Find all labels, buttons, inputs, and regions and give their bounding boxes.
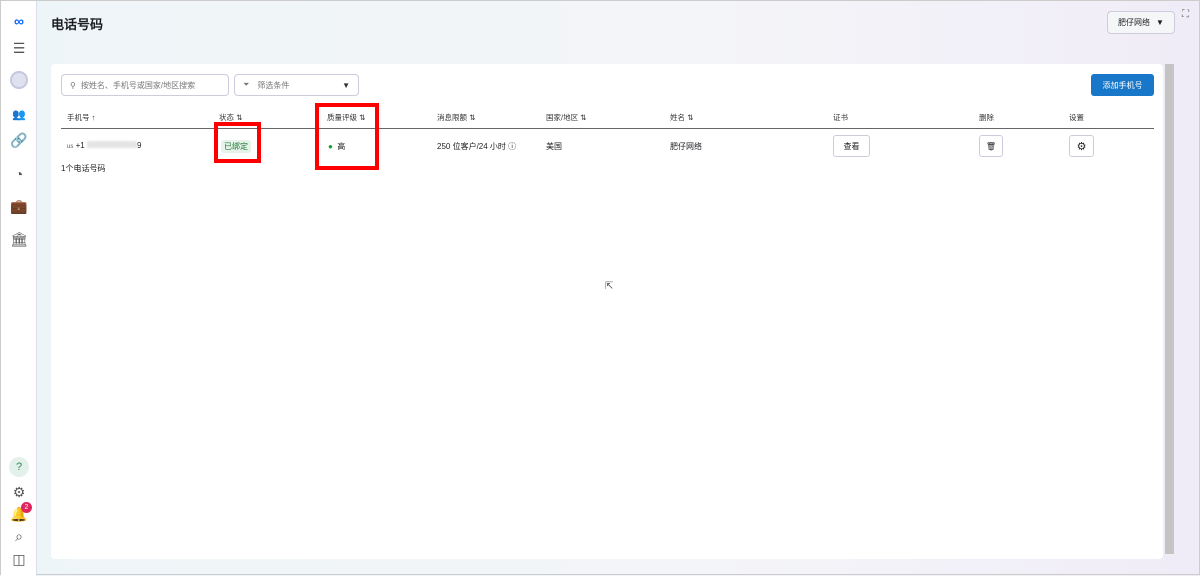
row-count: 1个电话号码: [61, 164, 106, 173]
meta-logo-icon[interactable]: ∞: [9, 11, 29, 31]
bank-icon[interactable]: 🏛: [9, 229, 29, 249]
sidebar: ∞ ☰ 👥 🔗 ◔ 💼 🏛 ? ⚙ 🔔 2 ⌕ ◫: [1, 1, 37, 576]
notification-badge: 2: [21, 502, 32, 513]
page-title: 电话号码: [51, 17, 104, 32]
caret-down-icon: ▼: [342, 80, 350, 90]
filter-dropdown[interactable]: ⏷ 筛选条件 ▼: [234, 74, 359, 96]
menu-icon[interactable]: ☰: [9, 38, 29, 58]
delete-button[interactable]: 🗑: [979, 135, 1003, 157]
col-cert: 证书: [833, 113, 848, 122]
gear-icon: ⚙: [1076, 140, 1087, 153]
highlight-status: [214, 122, 261, 163]
country: 美国: [546, 142, 562, 151]
settings-button[interactable]: ⚙: [1069, 135, 1094, 157]
info-icon[interactable]: ⓘ: [508, 142, 516, 151]
col-delete: 删除: [979, 113, 994, 122]
filter-label: 筛选条件: [257, 80, 290, 90]
bell-icon[interactable]: 🔔 2: [9, 502, 32, 524]
search-input[interactable]: ⚲ 按姓名、手机号或国家/地区搜索: [61, 74, 229, 96]
cursor-icon: ⇱: [605, 281, 614, 292]
gauge-icon[interactable]: ◔: [9, 164, 29, 184]
trash-icon: 🗑: [985, 141, 997, 151]
col-settings: 设置: [1069, 113, 1084, 122]
panel-icon[interactable]: ◫: [9, 549, 29, 569]
screenshot-icon[interactable]: ⛶: [1182, 9, 1189, 20]
account-selector[interactable]: 肥仔网络 ▼: [1107, 11, 1175, 34]
display-name: 肥仔网络: [670, 142, 702, 151]
highlight-quality: [315, 103, 379, 170]
avatar[interactable]: [10, 71, 28, 89]
briefcase-icon[interactable]: 💼: [9, 196, 29, 216]
people-icon[interactable]: 👥: [9, 104, 29, 124]
search-placeholder: 按姓名、手机号或国家/地区搜索: [80, 80, 196, 90]
link-icon[interactable]: 🔗: [9, 130, 29, 150]
col-limit[interactable]: 消息限额 ⇅: [437, 112, 475, 123]
scrollbar[interactable]: [1165, 64, 1174, 554]
account-name: 肥仔网络: [1118, 18, 1151, 27]
col-phone[interactable]: 手机号 ↑: [67, 112, 95, 123]
phone-number: us +1 9: [67, 141, 142, 150]
view-cert-button[interactable]: 查看: [833, 135, 870, 157]
search-icon: ⚲: [70, 80, 76, 90]
search-icon[interactable]: ⌕: [9, 526, 29, 546]
add-phone-button[interactable]: 添加手机号: [1091, 74, 1154, 96]
col-name[interactable]: 姓名 ⇅: [670, 112, 693, 123]
caret-down-icon: ▼: [1156, 18, 1164, 27]
col-country[interactable]: 国家/地区 ⇅: [546, 112, 586, 123]
filter-icon: ⏷: [243, 80, 250, 89]
settings-icon[interactable]: ⚙: [9, 482, 29, 502]
help-icon[interactable]: ?: [9, 457, 29, 477]
message-limit: 250 位客户/24 小时 ⓘ: [437, 142, 517, 151]
